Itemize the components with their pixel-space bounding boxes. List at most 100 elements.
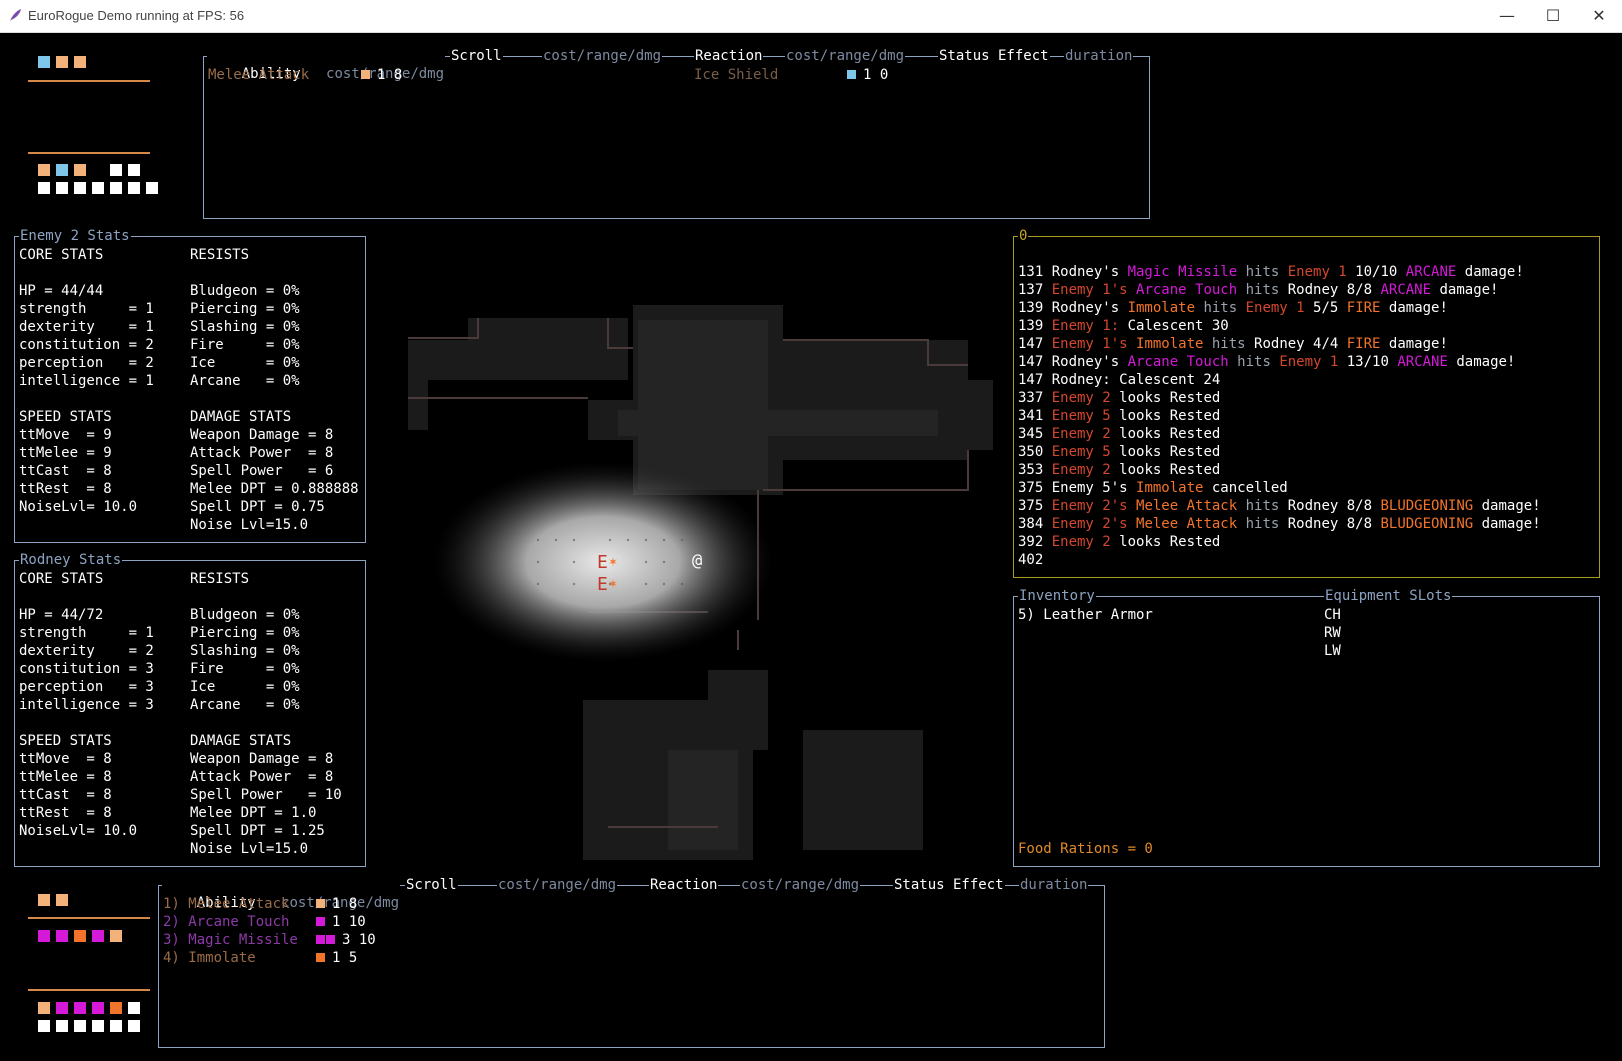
close-button[interactable]: ✕ [1576, 0, 1622, 32]
ability-row[interactable]: 3) Magic Missile 3 10 [163, 931, 623, 949]
resource-pip [316, 898, 325, 908]
speed-stats-header: SPEED STATS [19, 409, 112, 425]
stat-line: Piercing = 0% [190, 625, 300, 641]
resource-pip [74, 164, 86, 176]
resource-pip [361, 69, 370, 79]
resource-pip [110, 164, 122, 176]
ability-row[interactable]: 1) Melee Attack 1 8 [163, 895, 623, 913]
resource-divider [28, 80, 150, 82]
log-segment: 350 [1018, 444, 1052, 460]
core-stats: HP = 44/72 strength = 1 dexterity = 2 const… [19, 606, 154, 714]
resource-pip [56, 1002, 68, 1014]
resource-pip [128, 164, 140, 176]
stat-line: Arcane = 0% [190, 373, 300, 389]
log-segment: hits [1203, 336, 1255, 352]
stat-line: ttMelee = 8 [19, 769, 112, 785]
log-segment: 345 [1018, 426, 1052, 442]
ability-row[interactable]: 4) Immolate 1 5 [163, 949, 623, 967]
stat-line: Noise Lvl=15.0 [190, 517, 309, 533]
dungeon-map[interactable]: E E ✶ ✶ @ [408, 300, 993, 860]
resource-divider [28, 917, 150, 919]
log-segment: Enemy 2 [1051, 390, 1111, 406]
equipment-slot[interactable]: LW [1324, 642, 1341, 660]
resource-pip [74, 1020, 86, 1032]
stat-line: Fire = 0% [190, 661, 300, 677]
log-segment: BLUDGEONING [1380, 516, 1474, 532]
stat-line: ttRest = 8 [19, 481, 112, 497]
stat-line: Spell DPT = 1.25 [190, 823, 325, 839]
ability-name: 4) Immolate [163, 950, 256, 966]
ability-cost: 1 8 [377, 67, 403, 83]
resource-pip [56, 164, 68, 176]
stat-line: intelligence = 3 [19, 697, 154, 713]
log-line: 147 Rodney: Calescent 24 [1018, 371, 1541, 389]
inventory-items: 5) Leather Armor [1018, 606, 1153, 624]
player-glyph[interactable]: @ [692, 551, 702, 571]
log-line: 353 Enemy 2 looks Rested [1018, 461, 1541, 479]
log-segment: 10/10 [1346, 264, 1406, 280]
stat-line: Attack Power = 8 [190, 445, 334, 461]
resource-pip [74, 1002, 86, 1014]
log-line: 341 Enemy 5 looks Rested [1018, 407, 1541, 425]
stat-line: NoiseLvl= 10.0 [19, 499, 138, 515]
log-segment: 402 [1018, 552, 1044, 568]
log-segment: ARCANE [1397, 354, 1448, 370]
log-segment: Immolate [1136, 480, 1204, 496]
reaction-header: Reaction [694, 47, 764, 65]
equipment-slot[interactable]: CH [1324, 606, 1341, 624]
food-rations: Food Rations = 0 [1018, 841, 1153, 857]
stat-line: Slashing = 0% [190, 643, 300, 659]
ability-cost: 1 10 [332, 914, 366, 930]
log-segment: damage! [1473, 516, 1541, 532]
log-segment: Melee Attack [1136, 498, 1238, 514]
stat-line: dexterity = 1 [19, 319, 154, 335]
log-segment: 375 [1018, 498, 1052, 514]
stat-line: Weapon Damage = 8 [190, 427, 334, 443]
enemy-glyph[interactable]: E [597, 552, 608, 573]
log-segment: hits [1237, 264, 1288, 280]
log-line: 402 [1018, 551, 1541, 569]
log-segment: 5/5 [1304, 300, 1347, 316]
combat-log-lines: 131 Rodney's Magic Missile hits Enemy 1 … [1018, 263, 1541, 569]
combat-log-panel[interactable]: 0 131 Rodney's Magic Missile hits Enemy … [1013, 227, 1600, 578]
log-segment: ARCANE [1380, 282, 1432, 298]
stat-line: Attack Power = 8 [190, 769, 334, 785]
stat-line: ttCast = 8 [19, 463, 112, 479]
resource-pip [128, 1002, 140, 1014]
stat-line: Ice = 0% [190, 679, 300, 695]
log-segment: cancelled [1203, 480, 1288, 496]
log-segment: 139 [1018, 318, 1052, 334]
ability-row[interactable]: 2) Arcane Touch 1 10 [163, 913, 623, 931]
inventory-item[interactable]: 5) Leather Armor [1018, 606, 1153, 624]
log-line: 350 Enemy 5 looks Rested [1018, 443, 1541, 461]
log-segment: looks Rested [1110, 444, 1221, 460]
stat-line: Piercing = 0% [190, 301, 300, 317]
enemy-glyph[interactable]: E [597, 574, 608, 595]
log-segment: FIRE [1346, 336, 1381, 352]
log-segment: hits [1195, 300, 1246, 316]
stat-line: Bludgeon = 0% [190, 607, 300, 623]
damage-stats: Weapon Damage = 8 Attack Power = 8 Spell P… [190, 426, 359, 534]
reaction-header: Reaction [649, 876, 719, 894]
maximize-button[interactable]: ☐ [1530, 0, 1576, 32]
resource-pip [74, 930, 86, 942]
resource-pip [56, 182, 68, 194]
stat-line: Fire = 0% [190, 337, 300, 353]
log-segment: Immolate [1136, 336, 1204, 352]
log-segment: 131 Rodney's [1018, 264, 1128, 280]
minimize-button[interactable]: — [1484, 0, 1530, 32]
log-segment: hits [1237, 516, 1288, 532]
core-stats-header: CORE STATS [19, 247, 104, 263]
log-segment: looks Rested [1110, 408, 1221, 424]
status-effect-header: Status Effect [938, 47, 1050, 65]
ability-row[interactable]: Melee Attack 1 8 [208, 66, 668, 84]
log-segment: Enemy 1 [1279, 354, 1339, 370]
resource-pip [74, 56, 86, 68]
ability-row[interactable]: Ice Shield 1 0 [694, 66, 934, 84]
reaction-cost-header: cost/range/dmg [785, 47, 906, 65]
log-segment: 384 [1018, 516, 1052, 532]
resource-pip [38, 1020, 50, 1032]
stat-line: HP = 44/72 [19, 607, 104, 623]
log-segment: Rodney 8/8 [1287, 516, 1381, 532]
equipment-slot[interactable]: RW [1324, 624, 1341, 642]
